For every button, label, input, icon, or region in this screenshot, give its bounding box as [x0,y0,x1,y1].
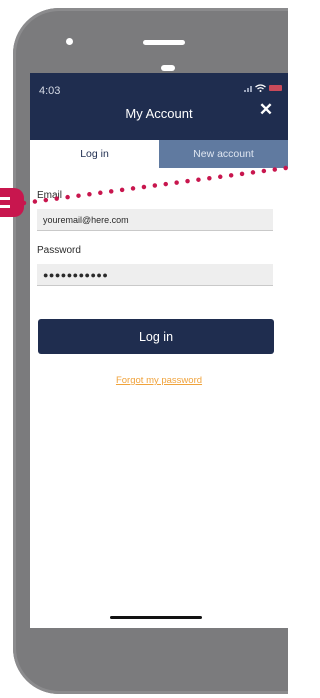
speaker-icon [143,40,185,45]
app-screen: 4:03 My Account ✕ Log in New account Ema… [30,73,288,628]
close-button[interactable]: ✕ [258,101,274,118]
account-tabs: Log in New account [30,140,288,168]
sensor-icon [161,65,175,71]
app-header: 4:03 My Account ✕ [30,73,288,140]
page-title: My Account [125,106,193,121]
status-icons [244,84,282,92]
email-value: youremail@here.com [43,214,129,225]
status-time: 4:03 [39,85,61,97]
callout-dotted-line [21,165,289,206]
camera-icon [66,38,73,45]
password-label: Password [37,245,81,256]
password-value: ●●●●●●●●●●● [43,269,109,280]
wifi-icon [255,84,266,92]
signal-icon [244,84,252,92]
tab-log-in[interactable]: Log in [30,140,159,168]
battery-icon [269,85,282,91]
forgot-password-link[interactable]: Forgot my password [30,375,288,386]
tab-new-account[interactable]: New account [159,140,288,168]
home-indicator [110,616,202,619]
callout-badge [0,188,24,217]
password-field[interactable]: ●●●●●●●●●●● [37,264,273,286]
email-field[interactable]: youremail@here.com [37,209,273,231]
login-button[interactable]: Log in [38,319,274,354]
